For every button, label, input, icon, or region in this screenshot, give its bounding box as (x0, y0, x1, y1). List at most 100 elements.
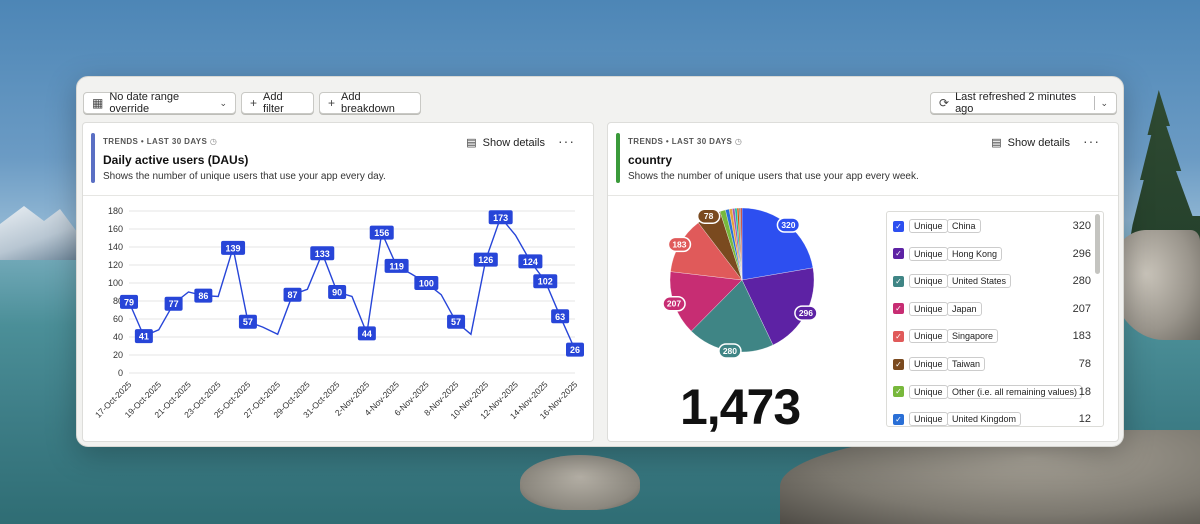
legend-checkbox[interactable]: ✓ (893, 303, 904, 315)
pie-slice[interactable] (741, 207, 814, 281)
more-options-icon[interactable]: ··· (558, 133, 575, 149)
legend-row[interactable]: ✓ Unique United Kingdom 12 (887, 407, 1091, 426)
legend-checkbox[interactable]: ✓ (893, 330, 904, 342)
date-range-label: No date range override (109, 91, 180, 115)
legend-country-tag: Singapore (947, 329, 999, 344)
show-details-label: Show details (482, 136, 545, 149)
legend-checkbox[interactable]: ✓ (893, 220, 904, 232)
card-title[interactable]: Daily active users (DAUs) (103, 153, 248, 167)
chevron-down-icon[interactable]: ⌄ (1100, 98, 1108, 109)
data-label[interactable]: 102 (533, 274, 558, 289)
data-label[interactable]: 124 (518, 254, 543, 269)
kicker-text: TRENDS • LAST 30 DAYS (103, 137, 208, 146)
legend-row[interactable]: ✓ Unique Japan 207 (887, 297, 1091, 321)
show-details-button[interactable]: ▤ Show details (991, 136, 1070, 150)
legend-value: 296 (1072, 247, 1091, 260)
data-label[interactable]: 41 (134, 329, 153, 344)
slice-label: 78 (696, 208, 721, 224)
scrollbar[interactable] (1095, 214, 1100, 274)
card-kicker: TRENDS • LAST 30 DAYS ◷ (103, 137, 217, 146)
details-icon: ▤ (466, 137, 477, 149)
more-options-icon[interactable]: ··· (1083, 133, 1100, 149)
legend-country-tag: China (947, 219, 981, 233)
slice-label-text: 280 (723, 346, 737, 356)
legend-value: 78 (1078, 358, 1091, 370)
legend-row[interactable]: ✓ Unique Singapore 183 (887, 324, 1091, 348)
legend-checkbox[interactable]: ✓ (893, 275, 904, 287)
card-header: TRENDS • LAST 30 DAYS ◷ country Shows th… (616, 133, 1108, 185)
card-divider (83, 195, 593, 196)
data-label[interactable]: 77 (164, 296, 183, 311)
slice-label: 207 (662, 295, 686, 312)
legend-math-tag: Unique (909, 301, 948, 316)
legend-row[interactable]: ✓ Unique Hong Kong 296 (887, 242, 1091, 266)
data-label[interactable]: 139 (221, 240, 246, 255)
country-card: TRENDS • LAST 30 DAYS ◷ country Shows th… (607, 122, 1119, 442)
y-tick-label: 0 (118, 368, 123, 378)
show-details-button[interactable]: ▤ Show details (466, 136, 545, 150)
data-label[interactable]: 57 (238, 314, 257, 329)
legend-row[interactable]: ✓ Unique United States 280 (887, 269, 1091, 293)
refresh-label: Last refreshed 2 minutes ago (955, 91, 1077, 115)
plus-icon: + (250, 96, 258, 110)
legend-value: 12 (1078, 413, 1091, 426)
total-value: 1,473 (680, 379, 801, 435)
dau-card: TRENDS • LAST 30 DAYS ◷ Daily active use… (82, 122, 594, 442)
add-filter-label: Add filter (263, 91, 284, 115)
legend-checkbox[interactable]: ✓ (893, 386, 904, 398)
card-accent-bar (91, 133, 95, 183)
card-title[interactable]: country (628, 153, 672, 167)
show-details-label: Show details (1007, 136, 1070, 149)
legend-row[interactable]: ✓ Unique Other (i.e. all remaining values)… (887, 380, 1091, 404)
legend-list: ✓ Unique China 320 ✓ Unique Hong Kong 296 ✓ Uniqu… (886, 211, 1104, 427)
dau-line-chart: 02040608010012014016018017-Oct-202519-Oc… (93, 206, 584, 421)
slice-label-text: 207 (667, 299, 681, 309)
card-divider (608, 195, 1118, 196)
legend-checkbox[interactable]: ✓ (893, 413, 904, 425)
data-label[interactable]: 100 (414, 276, 439, 290)
data-label[interactable]: 57 (447, 314, 466, 329)
legend-checkbox[interactable]: ✓ (893, 248, 904, 260)
data-label[interactable]: 87 (283, 287, 302, 302)
data-label[interactable]: 44 (357, 326, 376, 341)
legend-math-tag: Unique (909, 384, 948, 399)
date-range-button[interactable]: ▦ No date range override ⌄ (83, 91, 236, 115)
slice-label-text: 78 (704, 211, 714, 221)
data-label[interactable]: 173 (488, 210, 513, 225)
legend-country-tag: Japan (947, 301, 982, 316)
data-label[interactable]: 86 (194, 288, 213, 303)
data-label[interactable]: 119 (384, 258, 409, 273)
data-label-text: 77 (169, 299, 179, 309)
slice-label: 183 (667, 236, 692, 253)
legend-value: 280 (1072, 275, 1091, 288)
legend-row[interactable]: ✓ Unique China 320 (887, 214, 1091, 238)
background-rock (520, 455, 640, 510)
refresh-button[interactable]: ⟳ Last refreshed 2 minutes ago ⌄ (930, 91, 1117, 115)
data-label[interactable]: 63 (551, 309, 570, 324)
legend-row[interactable]: ✓ Unique Taiwan 78 (887, 352, 1091, 376)
data-label-text: 57 (243, 317, 253, 327)
y-tick-label: 20 (113, 350, 123, 360)
legend-checkbox[interactable]: ✓ (893, 358, 904, 370)
slice-label: 320 (776, 217, 801, 233)
add-breakdown-button[interactable]: + Add breakdown (319, 91, 421, 115)
country-pie-chart: 320 296 280 207 183 78 (662, 207, 818, 359)
data-label-text: 126 (478, 255, 493, 265)
data-label-text: 102 (538, 277, 553, 287)
dashboard-window: ▦ No date range override ⌄ + Add filter … (76, 76, 1124, 447)
data-label[interactable]: 79 (120, 294, 138, 309)
data-label-text: 26 (570, 345, 580, 355)
card-header: TRENDS • LAST 30 DAYS ◷ Daily active use… (91, 133, 583, 185)
y-tick-label: 60 (113, 314, 123, 324)
legend-country-tag: Other (i.e. all remaining values) (947, 384, 1083, 399)
y-tick-label: 100 (108, 278, 123, 288)
data-label[interactable]: 126 (473, 252, 498, 267)
data-label[interactable]: 90 (328, 285, 347, 299)
data-label[interactable]: 133 (310, 246, 335, 261)
y-tick-label: 180 (108, 206, 123, 216)
add-filter-button[interactable]: + Add filter (241, 91, 314, 115)
data-label[interactable]: 26 (566, 342, 584, 357)
data-label[interactable]: 156 (369, 225, 394, 240)
y-tick-label: 120 (108, 260, 123, 270)
separator (1093, 96, 1095, 110)
